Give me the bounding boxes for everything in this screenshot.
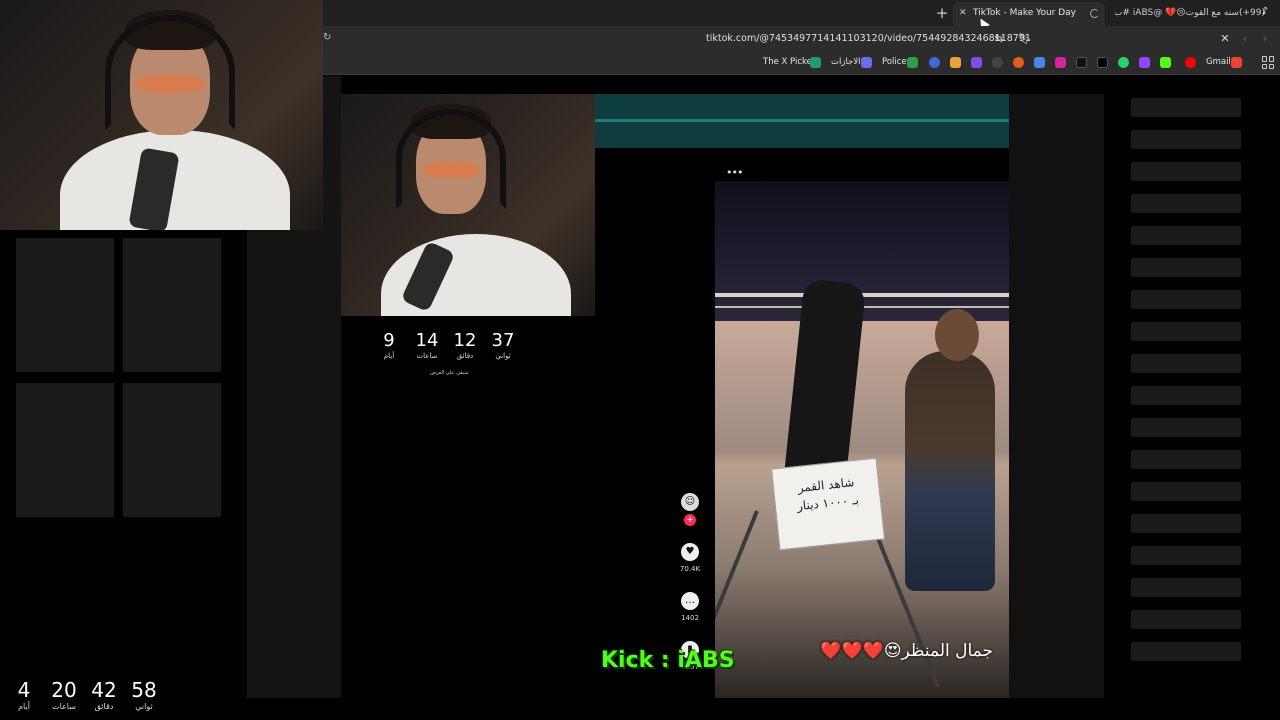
tiktok-icon: ♪ [1261, 6, 1269, 17]
tiktok-icon[interactable] [1076, 57, 1087, 68]
bookmark-vacations[interactable]: الاجازات [831, 57, 861, 67]
skeleton-row [1131, 418, 1241, 437]
video-sign: شاهد القمر بـ ١٠٠٠ دينار [771, 457, 885, 551]
kick-icon[interactable] [1160, 57, 1171, 68]
video-person [905, 351, 995, 591]
reddit-icon[interactable] [1013, 57, 1024, 68]
skeleton-row [1131, 258, 1241, 277]
tiktok-video[interactable]: شاهد القمر بـ ١٠٠٠ دينار جمال المنظر😍❤️❤… [715, 181, 1009, 698]
skeleton-row [1131, 194, 1241, 213]
kick-overlay-text: Kick : iABS [601, 648, 735, 673]
skeleton-row [1131, 162, 1241, 181]
placeholder-tile [123, 383, 221, 517]
comment-button[interactable]: … 1402 [678, 592, 702, 622]
skeleton-row [1131, 354, 1241, 373]
video-sky [715, 181, 1009, 291]
timer-minutes: 12 دقائق [453, 330, 477, 360]
more-options-icon[interactable]: ••• [726, 166, 743, 179]
bag-icon[interactable] [950, 57, 961, 68]
caption-hearts: ❤️❤️❤️ [820, 641, 884, 661]
heart-icon: ♥ [681, 543, 699, 561]
video-person-head [935, 309, 979, 361]
twitch-icon[interactable] [1139, 57, 1150, 68]
browser-tab-bar: + ✕ TikTok - Make Your Day (99+)سنه مع ا… [323, 0, 1280, 26]
site-settings-icon[interactable]: ⇆ [992, 32, 1006, 46]
skeleton-row [1131, 610, 1241, 629]
gmail-icon [1231, 57, 1242, 68]
skeleton-row [1131, 226, 1241, 245]
close-icon[interactable]: ✕ [1218, 32, 1232, 46]
skeleton-row [1131, 450, 1241, 469]
skeleton-row [1131, 386, 1241, 405]
timer-hours: 20 ساعات [51, 678, 77, 711]
url-text[interactable]: tiktok.com/@7453497714141103120/video/75… [706, 33, 1031, 44]
headphones-icon [396, 109, 506, 209]
caption-text: جمال المنظر😍 [883, 641, 993, 661]
x-icon[interactable] [1097, 57, 1108, 68]
comments-panel [1009, 94, 1104, 698]
back-icon[interactable]: ‹ [1238, 32, 1252, 46]
inner-countdown-timer: 9 أيام 14 ساعات 12 دقائق 37 ثواني [370, 330, 522, 361]
bookmark-gmail[interactable]: Gmail [1206, 57, 1231, 67]
creator-avatar[interactable]: ☺ + [678, 493, 702, 526]
address-bar: ↻ tiktok.com/@7453497714141103120/video/… [323, 26, 1280, 52]
skeleton-row [1131, 514, 1241, 533]
avatar-icon: ☺ [681, 493, 699, 511]
close-tab-icon[interactable]: ✕ [959, 2, 967, 24]
placeholder-tile [123, 238, 221, 372]
skeleton-row [1131, 290, 1241, 309]
timer-days: 9 أيام [383, 330, 395, 360]
video-caption: جمال المنظر😍❤️❤️❤️ [793, 641, 993, 661]
follow-plus-icon[interactable]: + [684, 514, 696, 526]
like-button[interactable]: ♥ 70.4K [678, 543, 702, 573]
headphones-icon [105, 15, 235, 130]
main-countdown-timer: 4 أيام 20 ساعات 42 دقائق 58 ثواني [4, 678, 164, 712]
skeleton-row [1131, 578, 1241, 597]
skeleton-row [1131, 98, 1241, 117]
s-app-icon[interactable] [971, 57, 982, 68]
comment-icon: … [681, 592, 699, 610]
skeleton-row [1131, 322, 1241, 341]
bookmark-x-picker[interactable]: The X Picker [763, 57, 815, 67]
link-icon[interactable] [929, 57, 940, 68]
apps-grid-icon[interactable] [1262, 56, 1275, 69]
skeleton-row [1131, 546, 1241, 565]
loading-skeletons [1131, 98, 1241, 674]
inner-webcam [341, 94, 595, 316]
placeholder-tile [16, 383, 114, 517]
tab-title: TikTok - Make Your Day [973, 8, 1077, 18]
tab-title: (99+)سنه مع القوت😢💔 @iABS #ب... [1115, 8, 1265, 18]
placeholder-tile [16, 238, 114, 372]
bookmark-icon[interactable]: 🔖︎ [1018, 32, 1032, 46]
timer-subtitle: متبقي على العرض [430, 370, 469, 376]
timer-minutes: 42 دقائق [91, 678, 117, 711]
whatsapp-icon[interactable] [1118, 57, 1129, 68]
skeleton-row [1131, 482, 1241, 501]
new-tab-button[interactable]: + [933, 4, 951, 22]
comment-count: 1402 [681, 614, 699, 622]
youtube-icon[interactable] [1185, 57, 1196, 68]
skeleton-row [1131, 130, 1241, 149]
bookmarks-bar: The X Picker الاجازات Police Gmail [323, 52, 1280, 75]
docs-icon[interactable] [1034, 57, 1045, 68]
streamer-webcam [0, 0, 323, 230]
forward-icon[interactable]: › [1258, 32, 1272, 46]
timer-hours: 14 ساعات [415, 330, 439, 360]
tab-tiktok[interactable]: ✕ TikTok - Make Your Day [953, 2, 1105, 26]
timer-days: 4 أيام [17, 678, 31, 711]
github-icon[interactable] [992, 57, 1003, 68]
plus-square-icon [907, 57, 918, 68]
refresh-icon[interactable]: ↻ [323, 32, 331, 43]
teal-divider [595, 119, 1009, 122]
timer-seconds: 37 ثواني [491, 330, 515, 360]
x-picker-icon [810, 57, 821, 68]
list-icon [861, 57, 872, 68]
tab-kick[interactable]: (99+)سنه مع القوت😢💔 @iABS #ب... [1115, 2, 1265, 26]
timer-seconds: 58 ثواني [131, 678, 157, 711]
like-count: 70.4K [679, 565, 701, 573]
loading-icon [1090, 9, 1099, 18]
skeleton-row [1131, 642, 1241, 661]
instagram-icon[interactable] [1055, 57, 1066, 68]
bookmark-police[interactable]: Police [882, 57, 907, 67]
